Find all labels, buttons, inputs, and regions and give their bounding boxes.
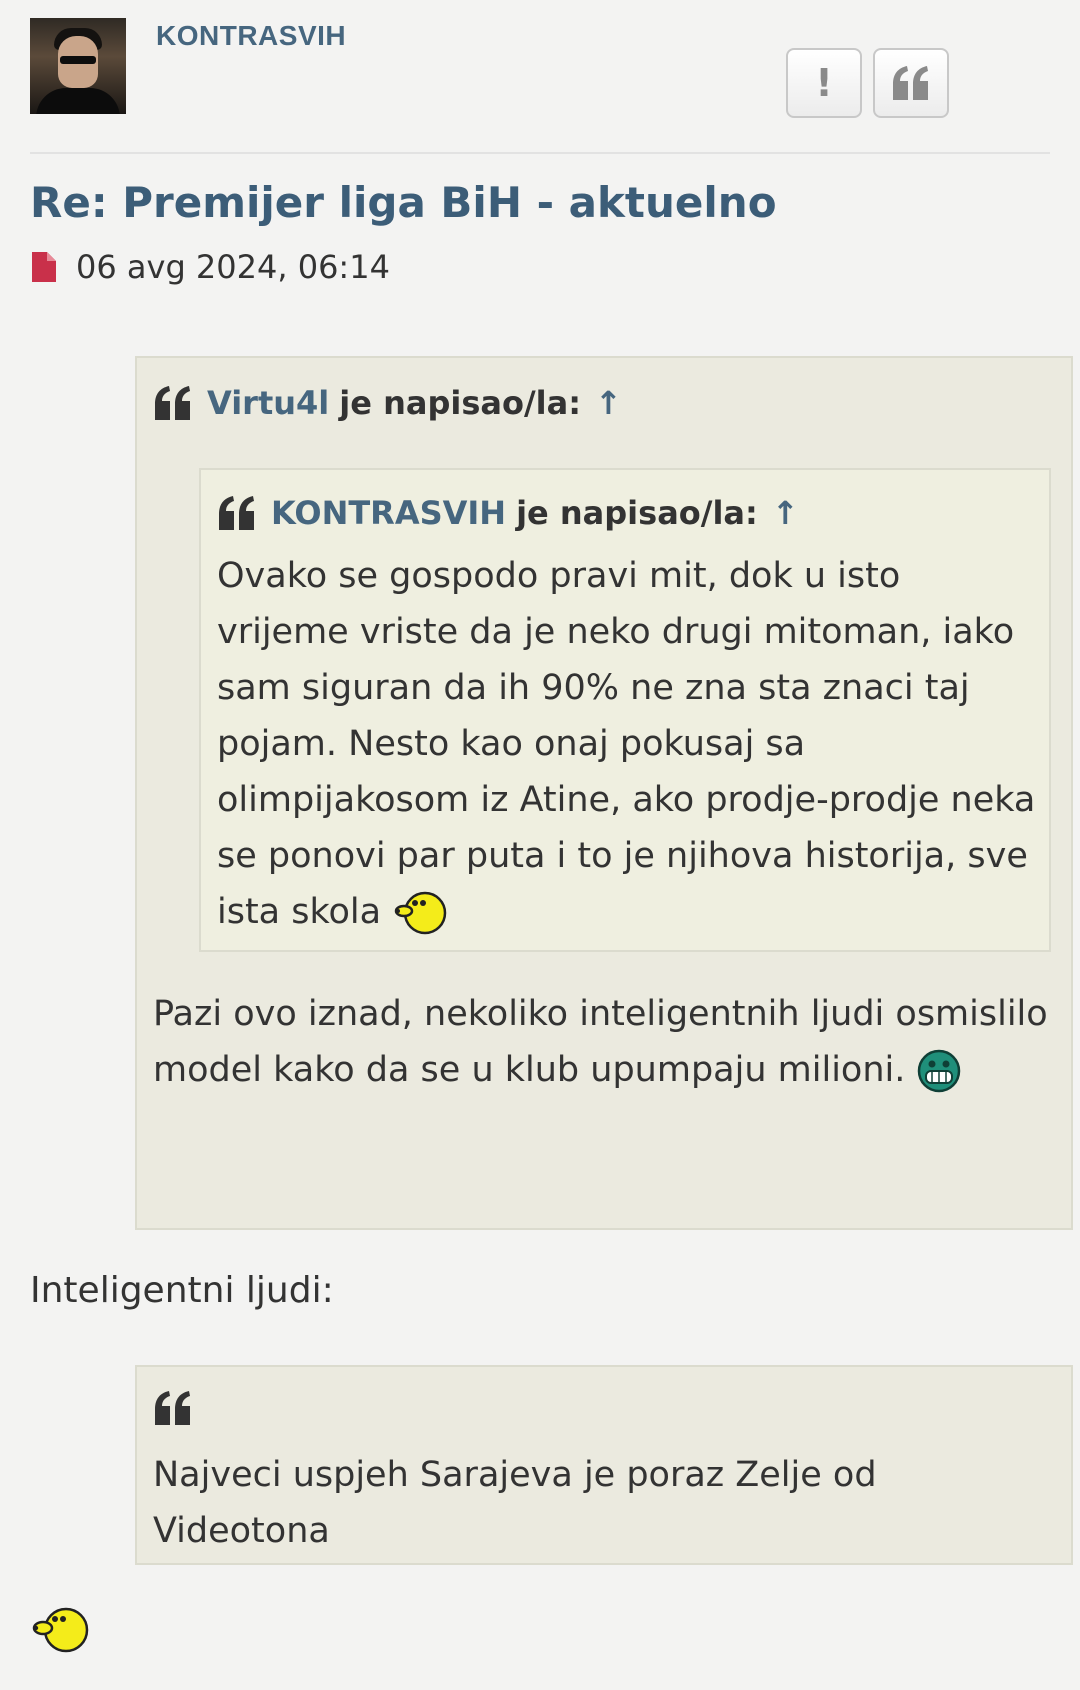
quote-icon: [893, 66, 928, 100]
quote-says-label: je napisao/la:: [339, 384, 581, 422]
post-date: 06 avg 2024, 06:14: [76, 248, 390, 286]
quote-block: Virtu4l je napisao/la: ↑ KONTRASVIH je n…: [135, 356, 1073, 1230]
divider: [30, 152, 1050, 154]
quote-button[interactable]: [873, 48, 949, 118]
quote-icon: [217, 496, 257, 530]
quote-icon: [153, 1391, 193, 1429]
file-icon[interactable]: [32, 252, 56, 282]
nested-quote-author-link[interactable]: KONTRASVIH: [271, 494, 506, 532]
quote-text-wrap: Pazi ovo iznad, nekoliko inteligentnih l…: [153, 986, 1053, 1098]
nested-quote-block: KONTRASVIH je napisao/la: ↑ Ovako se gos…: [199, 468, 1051, 952]
post-title[interactable]: Re: Premijer liga BiH - aktuelno: [30, 178, 777, 227]
post-body-text: Inteligentni ljudi:: [30, 1270, 334, 1311]
nested-quote-says-label: je napisao/la:: [516, 494, 758, 532]
exclamation-icon: !: [815, 61, 833, 105]
whistling-smiley-icon: [32, 1607, 89, 1653]
avatar[interactable]: [30, 18, 126, 114]
grinning-smiley-icon: [918, 1049, 961, 1093]
quote-icon: [153, 386, 193, 420]
quote-text: Pazi ovo iznad, nekoliko inteligentnih l…: [153, 994, 1048, 1090]
nested-quote-header: KONTRASVIH je napisao/la: ↑: [217, 494, 799, 532]
nested-quote-text-wrap: Ovako se gospodo pravi mit, dok u isto v…: [217, 548, 1037, 940]
quote-block-unattributed: Najveci uspjeh Sarajeva je poraz Zelje o…: [135, 1365, 1073, 1565]
quote-header: Virtu4l je napisao/la: ↑: [153, 384, 622, 422]
unattributed-quote-text: Najveci uspjeh Sarajeva je poraz Zelje o…: [153, 1455, 877, 1551]
quote-up-arrow-icon[interactable]: ↑: [595, 384, 622, 422]
report-button[interactable]: !: [786, 48, 862, 118]
quote-author-link[interactable]: Virtu4l: [207, 384, 329, 422]
nested-quote-text: Ovako se gospodo pravi mit, dok u isto v…: [217, 556, 1036, 932]
nested-quote-up-arrow-icon[interactable]: ↑: [772, 494, 799, 532]
post-author[interactable]: KONTRASVIH: [156, 20, 346, 52]
whistling-smiley-icon: [394, 891, 447, 935]
post-meta: 06 avg 2024, 06:14: [32, 248, 390, 286]
